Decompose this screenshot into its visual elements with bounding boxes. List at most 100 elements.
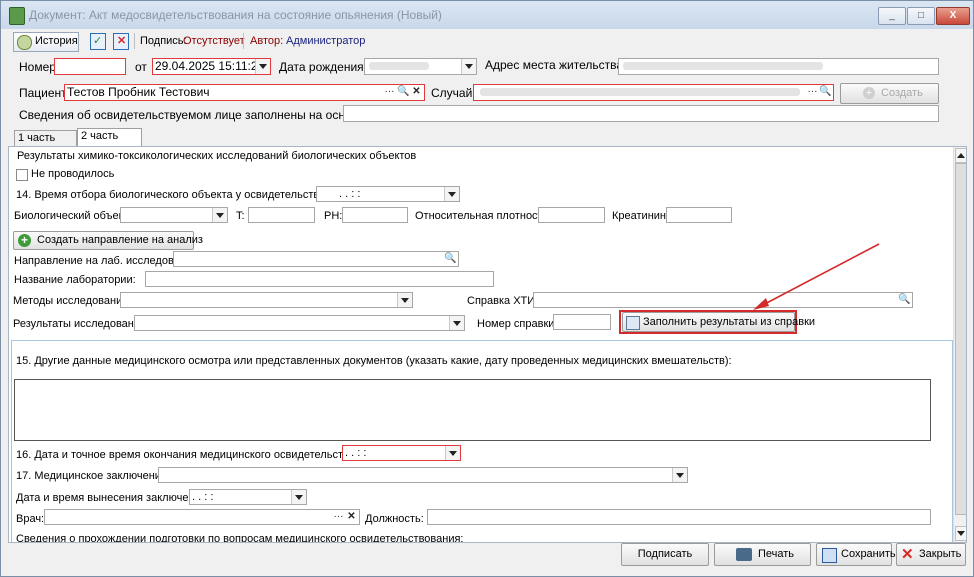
end-time-value: . . : :: [345, 447, 367, 459]
t-input[interactable]: [248, 207, 315, 223]
not-done-label: Не проводилось: [31, 168, 115, 180]
birth-date-select[interactable]: [364, 58, 477, 75]
basis-input[interactable]: [343, 105, 939, 122]
ph-label: PH:: [324, 210, 343, 222]
close-icon: ✕: [901, 546, 914, 563]
create-direction-button[interactable]: + Создать направление на анализ: [13, 231, 203, 250]
results-select[interactable]: [134, 315, 465, 331]
sign-value: Отсутствует: [183, 35, 245, 47]
close-label: Закрыть: [919, 548, 962, 560]
methods-select[interactable]: [120, 292, 413, 308]
conclusion-select[interactable]: [158, 467, 688, 483]
scroll-thumb[interactable]: [955, 163, 966, 515]
patient-input[interactable]: Тестов Пробник Тестович ··· 🔍 ✕: [64, 84, 425, 101]
more-icon[interactable]: ···: [332, 510, 345, 524]
direction-input[interactable]: 🔍: [173, 251, 459, 267]
doctor-label: Врач:: [16, 513, 45, 525]
creatinine-input[interactable]: [666, 207, 732, 223]
toolbar-divider: [243, 33, 244, 49]
chevron-down-icon[interactable]: [672, 468, 687, 482]
time14-label: 14. Время отбора биологического объекта …: [16, 189, 358, 201]
doctor-input[interactable]: ··· ✕: [44, 509, 360, 525]
document-window: Документ: Акт медосвидетельствования на …: [0, 0, 974, 577]
density-input[interactable]: [538, 207, 605, 223]
history-icon: [17, 35, 32, 50]
section-title: Результаты химико-токсикологических иссл…: [17, 150, 417, 162]
redacted-value: [480, 88, 800, 96]
time14-value: . . : :: [339, 188, 361, 200]
chevron-down-icon[interactable]: [445, 446, 460, 460]
more-icon[interactable]: ···: [806, 85, 819, 100]
scroll-up-button[interactable]: [955, 148, 966, 163]
save-label: Сохранить: [841, 548, 896, 560]
other-data-textarea[interactable]: [14, 379, 931, 441]
history-button[interactable]: История: [13, 32, 79, 52]
chevron-down-icon[interactable]: [461, 59, 476, 74]
from-label: от: [135, 60, 147, 74]
print-label: Печать: [758, 548, 795, 560]
position-input[interactable]: [427, 509, 931, 525]
ph-input[interactable]: [342, 207, 408, 223]
annotation-arrow: [753, 243, 880, 310]
sign-button[interactable]: Подписать: [621, 543, 709, 566]
case-label: Случай:: [431, 86, 476, 100]
author-label: Автор:: [250, 35, 284, 47]
ref-number-input[interactable]: [553, 314, 611, 330]
vertical-scrollbar[interactable]: [953, 147, 966, 542]
scroll-down-button[interactable]: [955, 526, 966, 541]
create-case-button[interactable]: + Создать: [840, 83, 939, 104]
chevron-down-icon[interactable]: [212, 208, 227, 222]
create-label: Создать: [881, 87, 923, 99]
print-button[interactable]: Печать: [714, 543, 811, 566]
chevron-down-icon[interactable]: [444, 187, 459, 201]
section17-label: 17. Медицинское заключение:: [16, 470, 171, 482]
toolbar-divider: [134, 33, 135, 49]
redacted-value: [623, 62, 823, 70]
xti-label: Справка ХТИ:: [467, 295, 539, 307]
t-label: T:: [236, 210, 245, 222]
document-app-icon: [9, 7, 25, 25]
minimize-button[interactable]: _: [878, 7, 906, 25]
chevron-down-icon[interactable]: [255, 59, 270, 74]
lab-name-input[interactable]: [145, 271, 494, 287]
chevron-down-icon[interactable]: [291, 490, 306, 504]
address-input[interactable]: [618, 58, 939, 75]
tab-part-2[interactable]: 2 часть акта: [77, 128, 142, 157]
save-button[interactable]: Сохранить: [816, 543, 896, 566]
printer-icon: [736, 548, 752, 561]
checklist-icon[interactable]: ✓: [90, 33, 106, 50]
date-input[interactable]: 29.04.2025 15:11:24: [152, 58, 271, 75]
chevron-up-icon: [957, 153, 965, 158]
sign-button-label: Подписать: [637, 548, 693, 560]
close-icon: X: [949, 10, 957, 21]
lab-name-label: Название лаборатории:: [14, 274, 136, 286]
chevron-down-icon[interactable]: [397, 293, 412, 307]
number-input[interactable]: [54, 58, 126, 75]
close-button[interactable]: ✕ Закрыть: [896, 543, 966, 566]
chevron-down-icon[interactable]: [449, 316, 464, 330]
bio-object-select[interactable]: [120, 207, 228, 223]
end-time-input[interactable]: . . : :: [342, 445, 461, 461]
search-icon[interactable]: 🔍: [444, 252, 457, 266]
history-label: История: [35, 35, 78, 47]
maximize-button[interactable]: □: [907, 7, 935, 25]
conclusion-date-input[interactable]: . . : :: [189, 489, 307, 505]
more-icon[interactable]: ···: [383, 85, 396, 100]
search-icon[interactable]: 🔍: [819, 85, 832, 100]
basis-label: Сведения об освидетельствуемом лице запо…: [19, 108, 388, 122]
case-input[interactable]: ··· 🔍: [473, 84, 834, 101]
clear-icon[interactable]: ✕: [345, 510, 358, 524]
patient-label: Пациент:: [19, 86, 71, 100]
creatinine-label: Креатинин:: [612, 210, 670, 222]
close-window-button[interactable]: X: [936, 7, 970, 25]
tab-part-1[interactable]: 1 часть акта: [14, 130, 77, 159]
date-value: 29.04.2025 15:11:24: [155, 59, 265, 73]
search-icon[interactable]: 🔍: [898, 293, 911, 307]
not-done-checkbox[interactable]: [16, 169, 28, 181]
training-label: Сведения о прохождении подготовки по воп…: [16, 533, 464, 543]
time14-input[interactable]: . . : :: [316, 186, 460, 202]
bio-object-label: Биологический объект:: [14, 210, 132, 222]
search-icon[interactable]: 🔍: [397, 85, 410, 100]
clear-icon[interactable]: ✕: [410, 85, 423, 100]
delete-document-icon[interactable]: ✕: [113, 33, 129, 50]
